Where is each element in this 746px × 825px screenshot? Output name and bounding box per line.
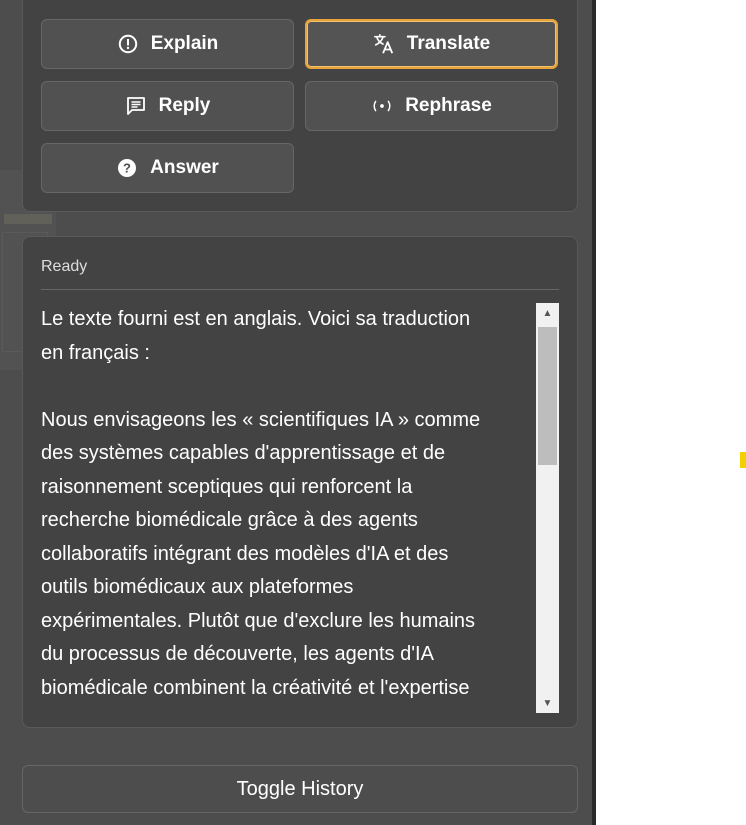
svg-text:?: ? [123, 161, 131, 176]
scroll-up-arrow-icon[interactable]: ▲ [536, 303, 559, 323]
result-scrollbar[interactable]: ▲ ▼ [536, 303, 559, 713]
info-circle-icon [117, 33, 139, 55]
assistant-panel: Explain Translate Reply Rephrase ? Answe… [0, 0, 592, 825]
actions-card: Explain Translate Reply Rephrase ? Answe… [22, 0, 578, 212]
toggle-history-button[interactable]: Toggle History [22, 765, 578, 813]
background-thumbnail-bar [4, 214, 52, 224]
status-label: Ready [41, 258, 88, 275]
result-card: Ready Le texte fourni est en anglais. Vo… [22, 236, 578, 728]
reply-button[interactable]: Reply [41, 81, 294, 131]
translate-icon [373, 33, 395, 55]
explain-button[interactable]: Explain [41, 19, 294, 69]
panel-border [592, 0, 596, 825]
question-circle-icon: ? [116, 157, 138, 179]
answer-button-label: Answer [150, 157, 219, 178]
yellow-marker [740, 452, 746, 468]
rephrase-button[interactable]: Rephrase [305, 81, 558, 131]
message-icon [125, 95, 147, 117]
rephrase-button-label: Rephrase [405, 95, 492, 116]
explain-button-label: Explain [150, 33, 219, 54]
result-textbox[interactable]: Le texte fourni est en anglais. Voici sa… [41, 303, 559, 713]
result-divider [41, 289, 559, 290]
reply-button-label: Reply [158, 95, 211, 116]
scrollbar-thumb[interactable] [538, 327, 557, 465]
rephrase-icon [371, 95, 393, 117]
answer-button[interactable]: ? Answer [41, 143, 294, 193]
translate-button[interactable]: Translate [305, 19, 558, 69]
translation-text: Le texte fourni est en anglais. Voici sa… [41, 308, 481, 699]
scroll-down-arrow-icon[interactable]: ▼ [536, 693, 559, 713]
translate-button-label: Translate [406, 33, 491, 54]
